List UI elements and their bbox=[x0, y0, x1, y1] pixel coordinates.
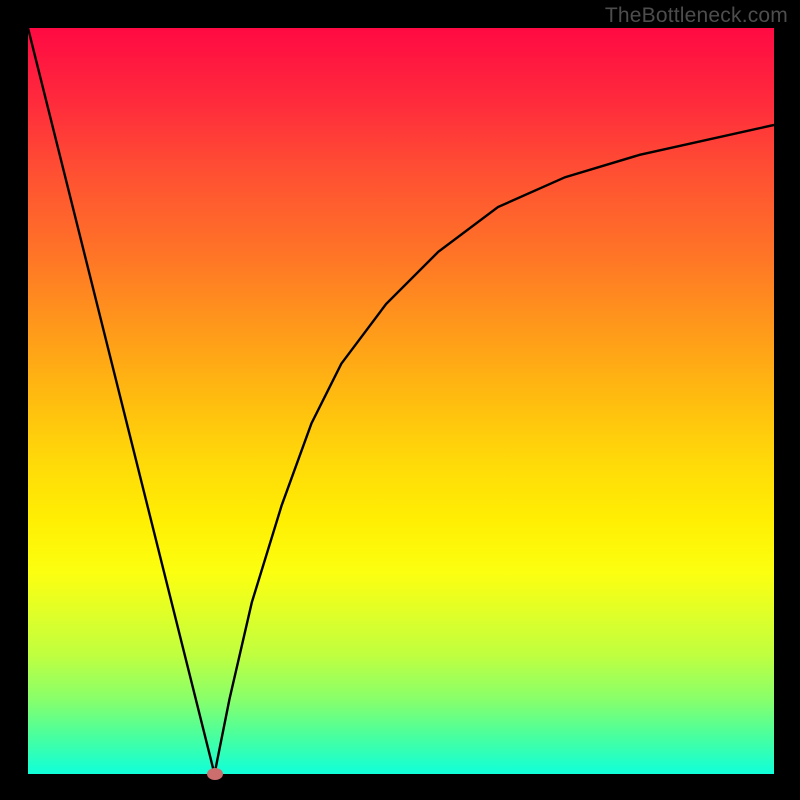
bottleneck-curve bbox=[28, 28, 774, 774]
curve-path bbox=[28, 28, 774, 774]
minimum-marker bbox=[207, 768, 223, 780]
plot-area bbox=[28, 28, 774, 774]
chart-frame: TheBottleneck.com bbox=[0, 0, 800, 800]
watermark-text: TheBottleneck.com bbox=[605, 4, 788, 28]
